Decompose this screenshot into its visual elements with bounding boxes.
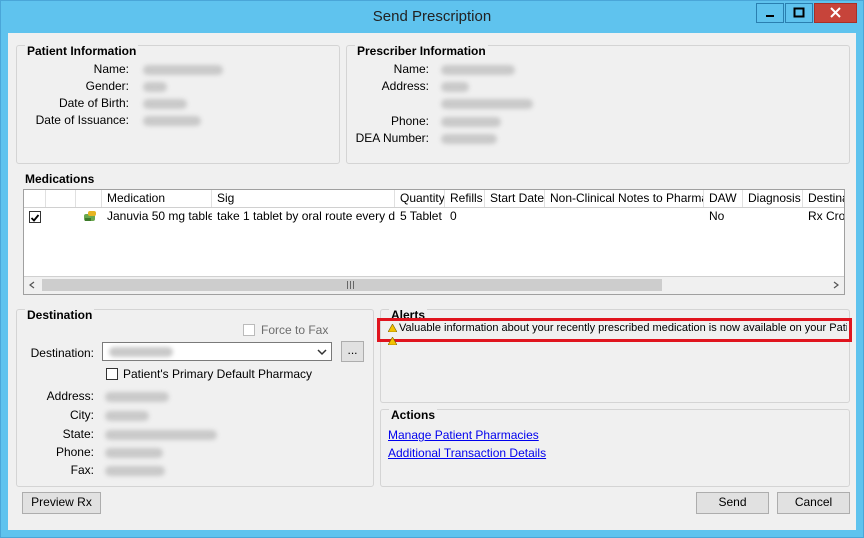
chevron-right-icon <box>833 281 839 289</box>
scroll-left-button[interactable] <box>24 277 40 293</box>
prescriber-dea-value <box>441 134 497 144</box>
warning-icon <box>388 324 397 332</box>
prescriber-address-label: Address: <box>381 79 429 93</box>
patient-information-group: Patient Information Name: Gender: Date o… <box>16 44 340 164</box>
send-button[interactable]: Send <box>696 492 769 514</box>
force-to-fax-checkbox[interactable] <box>243 324 255 336</box>
header-sig[interactable]: Sig <box>212 190 395 207</box>
close-button[interactable] <box>814 3 857 23</box>
alert-message[interactable]: Valuable information about your recently… <box>399 322 847 334</box>
medication-select-checkbox[interactable] <box>29 211 41 223</box>
medications-grid[interactable]: Medication Sig Quantity Refills Start Da… <box>23 189 845 295</box>
medications-grid-header: Medication Sig Quantity Refills Start Da… <box>24 190 844 208</box>
additional-transaction-details-link[interactable]: Additional Transaction Details <box>388 446 546 460</box>
header-destination[interactable]: Destina <box>803 190 844 207</box>
destination-city-value <box>105 411 149 421</box>
destination-address-label: Address: <box>46 389 94 403</box>
close-icon <box>830 7 841 18</box>
force-to-fax-label: Force to Fax <box>261 323 329 337</box>
maximize-button[interactable] <box>785 3 813 23</box>
header-refills[interactable]: Refills <box>445 190 485 207</box>
destination-group: Destination Force to Fax Destination: ..… <box>16 308 374 487</box>
prescriber-phone-value <box>441 117 501 127</box>
destination-fax-label: Fax: <box>70 463 94 477</box>
checkmark-icon <box>30 214 40 222</box>
preview-rx-button[interactable]: Preview Rx <box>22 492 101 514</box>
prescriber-name-value <box>441 65 515 75</box>
medications-title: Medications <box>25 172 95 186</box>
destination-select[interactable] <box>102 342 332 361</box>
header-start-date[interactable]: Start Date <box>485 190 545 207</box>
prescriber-phone-label: Phone: <box>390 114 429 128</box>
actions-group: Actions Manage Patient Pharmacies Additi… <box>380 408 850 487</box>
patient-issuance-label: Date of Issuance: <box>35 113 129 127</box>
header-diagnosis[interactable]: Diagnosis <box>743 190 803 207</box>
quantity-cell: 5 Tablet <box>400 209 442 223</box>
prescriber-address-line2 <box>441 99 533 109</box>
send-prescription-window: Send Prescription Patient Information Na… <box>0 0 864 538</box>
prescriber-information-group: Prescriber Information Name: Address: Ph… <box>346 44 850 164</box>
destination-select-value <box>109 347 173 357</box>
dialog-body: Patient Information Name: Gender: Date o… <box>8 33 856 530</box>
header-select <box>24 190 46 207</box>
destination-fax-value <box>105 466 165 476</box>
refills-cell: 0 <box>450 209 457 223</box>
chevron-down-icon <box>317 349 327 356</box>
prescriber-name-label: Name: <box>393 62 429 76</box>
alerts-group: Alerts Valuable information about your r… <box>377 308 852 403</box>
prescriber-address-line1 <box>441 82 469 92</box>
destination-state-value <box>105 430 217 440</box>
patient-dob-label: Date of Birth: <box>58 96 129 110</box>
medication-name-cell: Januvia 50 mg tablet <box>107 209 212 223</box>
minimize-icon <box>766 15 774 17</box>
destination-address-value <box>105 392 169 402</box>
primary-default-pharmacy-label: Patient's Primary Default Pharmacy <box>123 367 313 381</box>
diagnosis-cell <box>743 208 803 225</box>
manage-patient-pharmacies-link[interactable]: Manage Patient Pharmacies <box>388 428 539 442</box>
start-date-cell <box>485 208 545 225</box>
sig-cell: take 1 tablet by oral route every day <box>217 209 395 223</box>
cancel-button[interactable]: Cancel <box>777 492 850 514</box>
header-daw[interactable]: DAW <box>704 190 743 207</box>
patient-name-label: Name: <box>93 62 129 76</box>
destination-cell: Rx Cros <box>808 209 844 223</box>
actions-title: Actions <box>389 408 438 422</box>
prescriber-information-title: Prescriber Information <box>355 44 488 58</box>
header-medication[interactable]: Medication <box>102 190 212 207</box>
chevron-left-icon <box>29 281 35 289</box>
window-title: Send Prescription <box>372 8 492 25</box>
destination-label: Destination: <box>30 346 94 360</box>
warning-icon <box>388 337 397 345</box>
browse-destination-button[interactable]: ... <box>341 341 364 362</box>
patient-dob-value <box>143 99 187 109</box>
destination-state-label: State: <box>62 427 94 441</box>
pill-bottle-icon <box>84 211 96 221</box>
daw-cell: No <box>709 209 725 223</box>
minimize-button[interactable] <box>756 3 784 23</box>
header-notes[interactable]: Non-Clinical Notes to Pharmacy <box>545 190 704 207</box>
patient-information-title: Patient Information <box>25 44 139 58</box>
header-blank <box>46 190 76 207</box>
prescriber-dea-label: DEA Number: <box>355 131 429 145</box>
patient-issuance-value <box>143 116 201 126</box>
primary-default-pharmacy-checkbox[interactable] <box>106 368 118 380</box>
grip-icon <box>347 281 354 289</box>
patient-gender-value <box>143 82 167 92</box>
horizontal-scrollbar[interactable] <box>24 276 844 294</box>
title-bar[interactable]: Send Prescription <box>1 1 863 33</box>
header-quantity[interactable]: Quantity <box>395 190 445 207</box>
patient-gender-label: Gender: <box>85 79 129 93</box>
maximize-icon <box>793 7 805 18</box>
scroll-thumb[interactable] <box>42 279 662 291</box>
destination-city-label: City: <box>70 408 94 422</box>
notes-cell <box>545 208 704 225</box>
destination-title: Destination <box>25 308 95 322</box>
scroll-right-button[interactable] <box>828 277 844 293</box>
patient-name-value <box>143 65 223 75</box>
destination-phone-label: Phone: <box>55 445 94 459</box>
header-icon <box>76 190 102 207</box>
destination-phone-value <box>105 448 163 458</box>
